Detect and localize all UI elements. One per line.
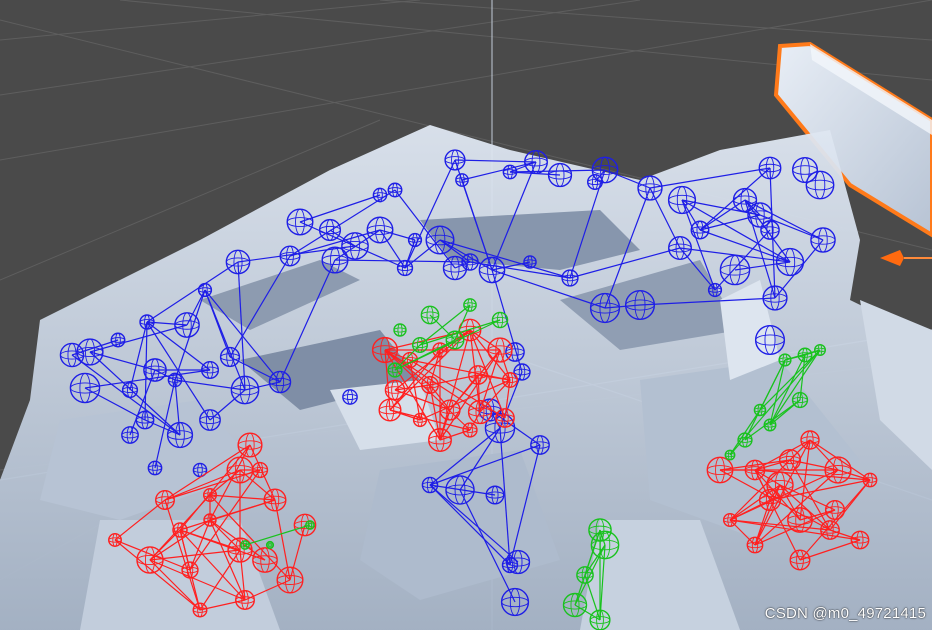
scene-viewport[interactable]: CSDN @m0_49721415 <box>0 0 932 630</box>
scene-canvas[interactable] <box>0 0 932 630</box>
watermark-text: CSDN @m0_49721415 <box>764 605 926 622</box>
